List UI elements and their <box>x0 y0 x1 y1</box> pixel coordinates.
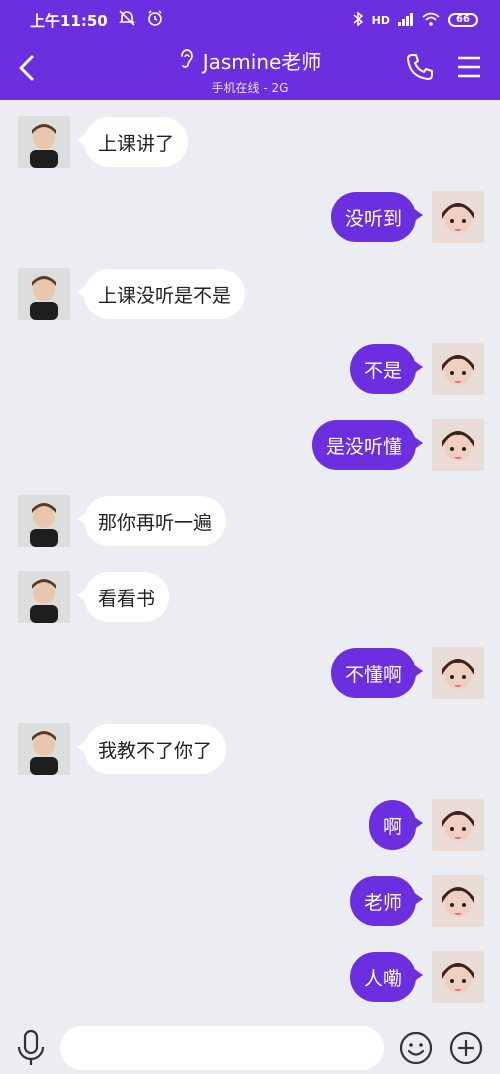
online-status: 手机在线 - 2G <box>211 81 289 95</box>
message-bubble[interactable]: 那你再听一遍 <box>76 496 227 546</box>
teacher-avatar[interactable] <box>18 495 70 547</box>
signal-icon <box>398 12 414 29</box>
my-avatar[interactable] <box>432 343 484 395</box>
my-avatar[interactable] <box>432 191 484 243</box>
status-time: 上午11:50 <box>30 11 108 30</box>
status-bar: 上午11:50 HD 66 <box>0 0 500 40</box>
wifi-icon <box>422 12 440 29</box>
message-bubble[interactable]: 啊 <box>368 800 424 850</box>
my-avatar[interactable] <box>432 799 484 851</box>
alarm-off-icon <box>118 9 136 31</box>
hamburger-menu-icon <box>458 56 480 78</box>
my-avatar[interactable] <box>432 951 484 1003</box>
emoji-button[interactable] <box>398 1030 434 1066</box>
message-bubble[interactable]: 不是 <box>349 344 424 394</box>
menu-button[interactable] <box>456 54 486 82</box>
phone-icon <box>407 54 433 80</box>
message-bubble[interactable]: 是没听懂 <box>311 420 424 470</box>
teacher-avatar[interactable] <box>18 116 70 168</box>
network-label: HD <box>371 13 390 27</box>
my-avatar[interactable] <box>432 419 484 471</box>
message-bubble[interactable]: 看看书 <box>76 572 170 622</box>
back-button[interactable] <box>12 50 42 86</box>
teacher-avatar[interactable] <box>18 571 70 623</box>
nav-bar: Jasmine老师 手机在线 - 2G <box>0 40 500 100</box>
message-bubble[interactable]: 没听到 <box>330 192 424 242</box>
message-input[interactable] <box>60 1026 384 1070</box>
my-avatar[interactable] <box>432 875 484 927</box>
message-bubble[interactable]: 我教不了你了 <box>76 724 227 774</box>
my-avatar[interactable] <box>432 647 484 699</box>
message-bubble[interactable]: 人嘞 <box>349 952 424 1002</box>
plus-circle-icon <box>449 1031 483 1065</box>
more-options-button[interactable] <box>448 1030 484 1066</box>
message-bubble[interactable]: 上课讲了 <box>76 117 189 167</box>
message-bubble[interactable]: 老师 <box>349 876 424 926</box>
teacher-avatar[interactable] <box>18 268 70 320</box>
bluetooth-icon <box>352 11 364 30</box>
battery-indicator: 66 <box>448 13 478 27</box>
voice-call-button[interactable] <box>405 52 437 84</box>
chevron-left-icon <box>19 55 34 81</box>
chat-header: 上午11:50 HD 66 Jasmine老师 手机在线 - 2G <box>0 0 500 100</box>
voice-input-button[interactable] <box>14 1028 48 1068</box>
smiley-face-icon <box>399 1031 433 1065</box>
input-bar <box>0 1020 500 1074</box>
chat-title: Jasmine老师 <box>202 50 322 74</box>
teacher-avatar[interactable] <box>18 723 70 775</box>
chat-title-area[interactable]: Jasmine老师 手机在线 - 2G <box>120 46 380 96</box>
message-bubble[interactable]: 不懂啊 <box>330 648 424 698</box>
alarm-clock-icon <box>146 9 164 31</box>
ear-icon <box>179 48 195 74</box>
microphone-icon <box>17 1029 45 1065</box>
message-bubble[interactable]: 上课没听是不是 <box>76 269 246 319</box>
